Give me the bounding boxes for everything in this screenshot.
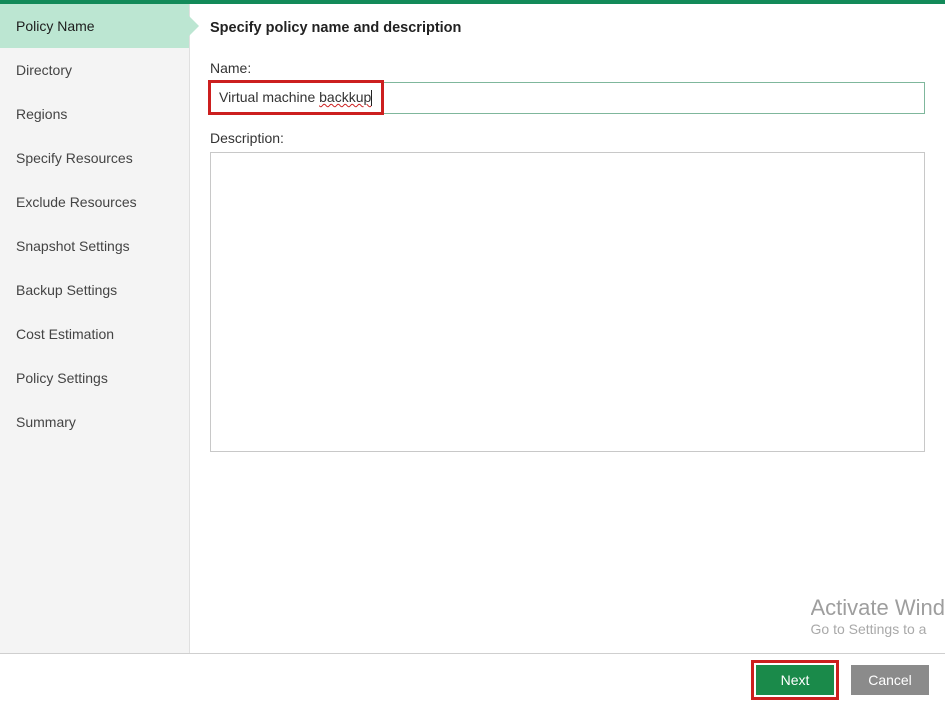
sidebar-item-directory[interactable]: Directory	[0, 48, 189, 92]
next-button[interactable]: Next	[756, 665, 834, 695]
wizard-frame: Policy Name Directory Regions Specify Re…	[0, 4, 945, 654]
wizard-footer: Next Cancel	[0, 654, 945, 705]
sidebar-item-label: Policy Settings	[16, 370, 108, 386]
highlight-annotation-next: Next	[751, 660, 839, 700]
sidebar-item-cost-estimation[interactable]: Cost Estimation	[0, 312, 189, 356]
wizard-main: Specify policy name and description Name…	[190, 4, 945, 653]
sidebar-item-label: Cost Estimation	[16, 326, 114, 342]
sidebar-item-label: Specify Resources	[16, 150, 133, 166]
sidebar-item-label: Directory	[16, 62, 72, 78]
sidebar-item-policy-settings[interactable]: Policy Settings	[0, 356, 189, 400]
sidebar-item-label: Policy Name	[16, 18, 95, 34]
name-label: Name:	[210, 60, 925, 76]
sidebar-item-policy-name[interactable]: Policy Name	[0, 4, 189, 48]
wizard-sidebar: Policy Name Directory Regions Specify Re…	[0, 4, 190, 653]
sidebar-item-label: Snapshot Settings	[16, 238, 130, 254]
description-input[interactable]	[210, 152, 925, 452]
sidebar-item-label: Summary	[16, 414, 76, 430]
name-field-wrap: Virtual machine backkup	[210, 82, 925, 114]
name-input[interactable]	[210, 82, 925, 114]
watermark-line2: Go to Settings to a	[811, 621, 945, 637]
windows-activation-watermark: Activate Wind Go to Settings to a	[811, 595, 945, 637]
watermark-line1: Activate Wind	[811, 595, 945, 621]
sidebar-item-regions[interactable]: Regions	[0, 92, 189, 136]
sidebar-item-label: Exclude Resources	[16, 194, 137, 210]
cancel-button[interactable]: Cancel	[851, 665, 929, 695]
sidebar-item-backup-settings[interactable]: Backup Settings	[0, 268, 189, 312]
sidebar-item-snapshot-settings[interactable]: Snapshot Settings	[0, 224, 189, 268]
sidebar-item-exclude-resources[interactable]: Exclude Resources	[0, 180, 189, 224]
page-title: Specify policy name and description	[210, 20, 925, 36]
sidebar-item-label: Regions	[16, 106, 67, 122]
sidebar-item-label: Backup Settings	[16, 282, 117, 298]
description-label: Description:	[210, 130, 925, 146]
sidebar-item-summary[interactable]: Summary	[0, 400, 189, 444]
sidebar-item-specify-resources[interactable]: Specify Resources	[0, 136, 189, 180]
